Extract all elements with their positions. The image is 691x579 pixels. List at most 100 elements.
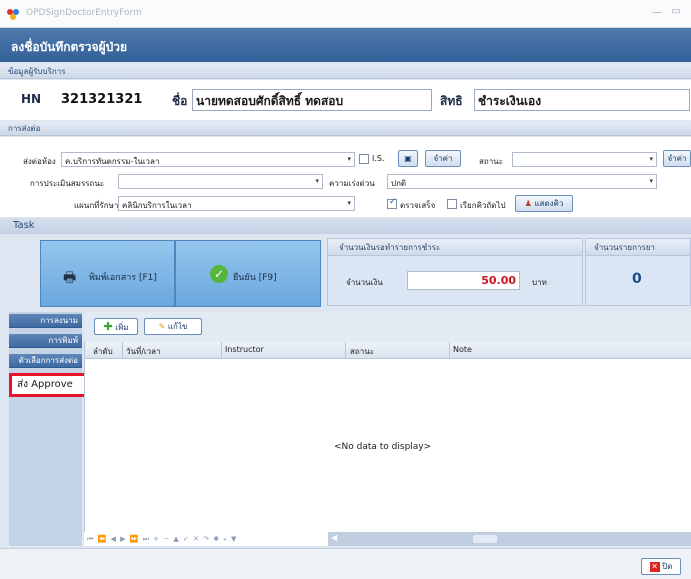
is-checkbox[interactable]: [359, 154, 369, 164]
urgency-label: ความเร่งด่วน: [329, 179, 375, 188]
check-done-label: ตรวจเสร็จ: [400, 201, 436, 210]
show-queue-button[interactable]: ♟ แสดงคิว: [515, 195, 573, 212]
grid-navigator[interactable]: ⏮ ⏪ ◀ ▶ ⏩ ⏭ + − ▲ ✓ ✕ ↷ ✱ ⁎ ▼: [84, 532, 328, 546]
pencil-icon: ✎: [158, 322, 166, 331]
close-button[interactable]: ✕ ปิด: [641, 558, 681, 575]
assessment-dropdown[interactable]: ▾: [118, 174, 323, 189]
column-separator: [345, 342, 346, 359]
amount-value: 50.00: [481, 274, 516, 287]
status-dropdown[interactable]: ▾: [512, 152, 657, 167]
hn-label: HN: [21, 92, 42, 106]
urgency-dropdown[interactable]: ปกติ ▾: [387, 174, 657, 189]
dept-label: แผนกที่รักษา: [74, 201, 119, 210]
column-separator: [449, 342, 450, 359]
grid-header: ลำดับ วันที่/เวลา Instructor สถานะ Note: [85, 342, 691, 359]
print-button-label: พิมพ์เอกสาร [F1]: [89, 273, 157, 283]
chevron-down-icon: ▾: [649, 155, 653, 163]
dept-value: คลินิกบริการในเวลา: [122, 201, 192, 210]
remember-button-2[interactable]: จำค่า: [663, 150, 691, 167]
amount-unit: บาท: [532, 278, 547, 287]
calendar-button[interactable]: ▣: [398, 150, 418, 167]
drug-group-body: 0: [586, 256, 690, 305]
hn-value: 321321321: [61, 92, 143, 107]
plus-icon: ✚: [103, 320, 113, 333]
app-logo-icon: [7, 9, 19, 20]
task-panel: 🖶 พิมพ์เอกสาร [F1] ✓ ยืนยัน [F9] จำนวนเง…: [0, 234, 691, 310]
maximize-icon[interactable]: ▭: [671, 6, 680, 17]
drug-group: จำนวนรายการยา 0: [585, 238, 691, 306]
urgency-value: ปกติ: [391, 179, 407, 188]
window-title: OPDSignDoctorEntryForm: [26, 8, 142, 18]
section-referral: การส่งต่อ: [0, 121, 691, 136]
edit-button-label: แก้ไข: [167, 322, 188, 331]
scroll-left-icon[interactable]: ◀: [331, 533, 337, 542]
right-value: ชำระเงินเอง: [478, 94, 542, 108]
to-room-value: ค.บริการทันตกรรม-ในเวลา: [65, 157, 160, 166]
tab-send-approve[interactable]: ส่ง Approve: [9, 373, 93, 397]
assessment-label: การประเมินสมรรถนะ: [30, 179, 105, 188]
tab-sign[interactable]: การลงนาม: [9, 314, 82, 328]
grid-empty-message: <No data to display>: [334, 442, 432, 452]
confirm-button[interactable]: ✓ ยืนยัน [F9]: [175, 240, 321, 307]
minimize-icon[interactable]: —: [652, 7, 662, 18]
column-header-datetime[interactable]: วันที่/เวลา: [126, 345, 161, 358]
check-done-checkbox[interactable]: [387, 199, 397, 209]
column-header-instructor[interactable]: Instructor: [225, 345, 264, 354]
column-header-note[interactable]: Note: [453, 345, 472, 354]
remember-button-label: จำค่า: [433, 154, 453, 163]
edit-button[interactable]: ✎ แก้ไข: [144, 318, 202, 335]
confirm-button-label: ยืนยัน [F9]: [233, 273, 277, 283]
window-title-bar: OPDSignDoctorEntryForm — ▭: [0, 0, 691, 28]
right-label: สิทธิ: [440, 94, 463, 108]
drug-group-title: จำนวนรายการยา: [586, 239, 690, 256]
close-icon: ✕: [649, 562, 660, 572]
chevron-down-icon: ▾: [347, 155, 351, 163]
call-next-label: เรียกคิวถัดไป: [460, 201, 506, 210]
hn-field[interactable]: 321321321: [57, 89, 157, 111]
check-circle-icon: ✓: [210, 265, 228, 283]
amount-field[interactable]: 50.00: [407, 271, 520, 290]
page-title: ลงชื่อบันทึกตรวจผู้ป่วย: [11, 40, 127, 54]
is-label: I.S.: [372, 154, 385, 163]
name-label: ชื่อ: [172, 94, 188, 108]
right-field[interactable]: ชำระเงินเอง: [474, 89, 690, 111]
chevron-down-icon: ▾: [347, 199, 351, 207]
column-header-seq[interactable]: ลำดับ: [93, 345, 113, 358]
chevron-down-icon: ▾: [649, 177, 653, 185]
horizontal-scrollbar[interactable]: ◀: [328, 532, 691, 546]
people-icon: ♟: [524, 199, 532, 208]
grid-toolbar: ✚ เพิ่ม ✎ แก้ไข: [84, 312, 691, 342]
remember-button[interactable]: จำค่า: [425, 150, 461, 167]
task-label: Task: [0, 218, 691, 234]
add-button-label: เพิ่ม: [115, 323, 129, 332]
printer-icon: 🖶: [63, 270, 77, 286]
chevron-down-icon: ▾: [315, 177, 319, 185]
bottom-bar: ✕ ปิด: [0, 548, 691, 579]
tab-referral-options[interactable]: ตัวเลือกการส่งต่อ: [9, 354, 82, 368]
referral-panel: ส่งต่อห้อง ค.บริการทันตกรรม-ในเวลา ▾ I.S…: [0, 137, 691, 217]
show-queue-label: แสดงคิว: [534, 199, 564, 208]
call-next-checkbox[interactable]: [447, 199, 457, 209]
scroll-thumb[interactable]: [473, 535, 497, 543]
column-separator: [122, 342, 123, 359]
to-room-dropdown[interactable]: ค.บริการทันตกรรม-ในเวลา ▾: [61, 152, 355, 167]
tab-print[interactable]: การพิมพ์: [9, 334, 82, 348]
print-button[interactable]: 🖶 พิมพ์เอกสาร [F1]: [40, 240, 175, 307]
remember-button-2-label: จำค่า: [667, 154, 687, 163]
form-header: ลงชื่อบันทึกตรวจผู้ป่วย: [0, 28, 691, 62]
payment-group: จำนวนเงินรอทำรายการชำระ จำนวนเงิน 50.00 …: [327, 238, 583, 306]
add-button[interactable]: ✚ เพิ่ม: [94, 318, 138, 335]
amount-label: จำนวนเงิน: [346, 278, 383, 287]
drug-count: 0: [632, 271, 642, 287]
calendar-icon: ▣: [404, 154, 412, 163]
payment-group-title: จำนวนเงินรอทำรายการชำระ: [328, 239, 582, 256]
column-header-status[interactable]: สถานะ: [350, 345, 374, 358]
dept-dropdown[interactable]: คลินิกบริการในเวลา ▾: [118, 196, 355, 211]
column-separator: [221, 342, 222, 359]
name-field[interactable]: นายทดสอบศักดิ์สิทธิ์ ทดสอบ: [192, 89, 432, 111]
payment-group-body: จำนวนเงิน 50.00 บาท: [328, 256, 582, 305]
to-room-label: ส่งต่อห้อง: [23, 157, 56, 166]
close-button-label: ปิด: [662, 562, 673, 571]
status-label: สถานะ: [479, 157, 503, 166]
patient-panel: HN 321321321 ชื่อ นายทดสอบศักดิ์สิทธิ์ ท…: [0, 80, 691, 120]
